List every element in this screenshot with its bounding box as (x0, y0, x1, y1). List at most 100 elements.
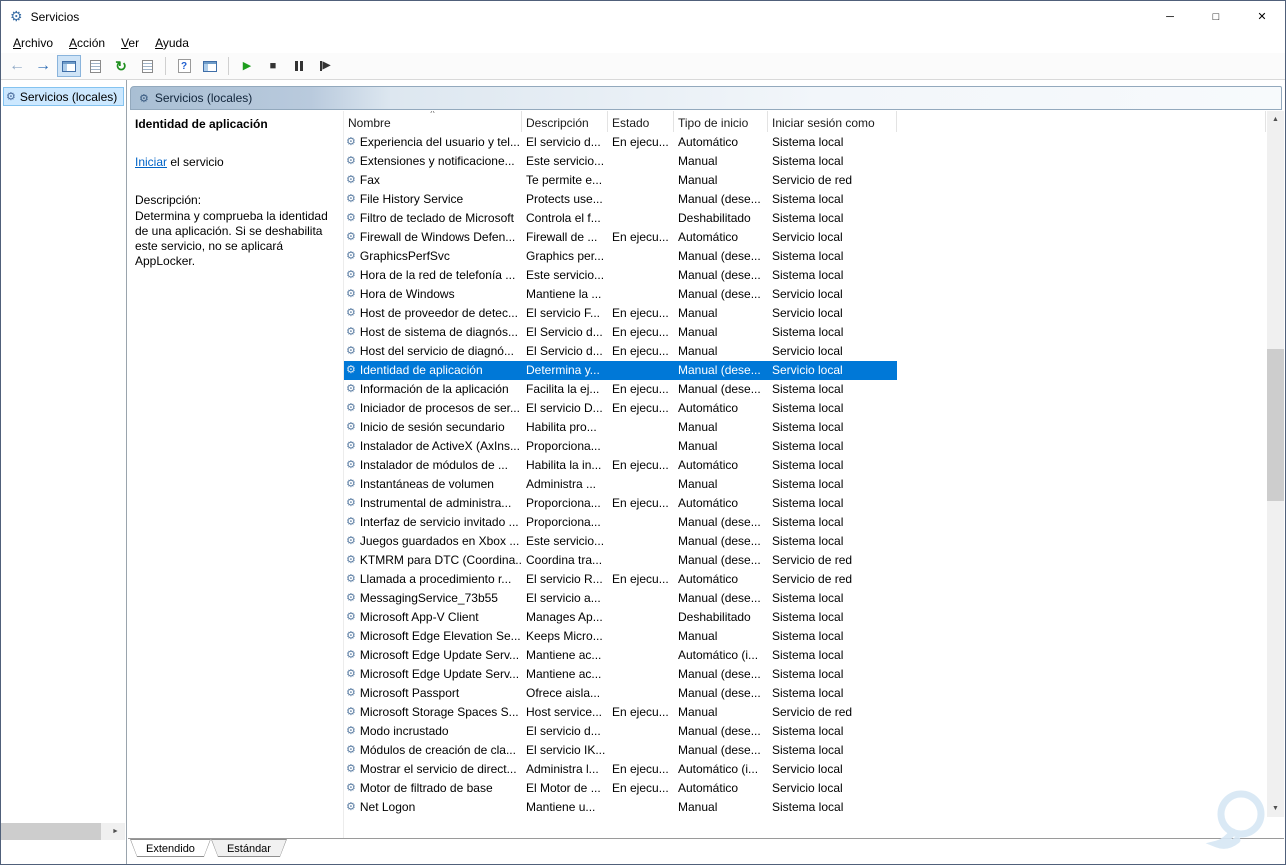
table-row[interactable]: ⚙ Net Logon Mantiene u... Manual Sistema … (344, 798, 897, 817)
column-header-descripcion[interactable]: Descripción (522, 111, 608, 132)
cell-descripcion: El servicio a... (526, 591, 601, 605)
menu-archivo[interactable]: Archivo (5, 34, 61, 52)
table-row[interactable]: ⚙ Fax Te permite e... Manual Servicio de … (344, 171, 897, 190)
table-row[interactable]: ⚙ Extensiones y notificacione... Este ser… (344, 152, 897, 171)
service-gear-icon: ⚙ (346, 611, 356, 623)
column-header-nombre[interactable]: ^ Nombre (344, 111, 522, 132)
tree-item-servicios-locales[interactable]: ⚙ Servicios (locales) (3, 87, 124, 106)
start-service-link[interactable]: Iniciar (135, 155, 167, 169)
column-header-estado[interactable]: Estado (608, 111, 674, 132)
refresh-button[interactable]: ↻ (109, 55, 133, 77)
properties-button[interactable] (83, 55, 107, 77)
table-row[interactable]: ⚙ Información de la aplicación Facilita l… (344, 380, 897, 399)
table-row[interactable]: ⚙ Host de sistema de diagnós... El Servic… (344, 323, 897, 342)
table-row[interactable]: ⚙ Hora de Windows Mantiene la ... Manual … (344, 285, 897, 304)
cell-nombre: ⚙ Mostrar el servicio de direct... (344, 760, 522, 779)
table-row[interactable]: ⚙ Instrumental de administra... Proporcio… (344, 494, 897, 513)
restart-service-button[interactable]: ▶ (313, 55, 337, 77)
table-row[interactable]: ⚙ Modo incrustado El servicio d... Manual… (344, 722, 897, 741)
scroll-up-icon[interactable]: ▲ (1267, 111, 1284, 128)
table-row[interactable]: ⚙ Inicio de sesión secundario Habilita pr… (344, 418, 897, 437)
table-row[interactable]: ⚙ Instalador de módulos de ... Habilita l… (344, 456, 897, 475)
selected-service-title: Identidad de aplicación (135, 117, 268, 131)
table-row[interactable]: ⚙ Instantáneas de volumen Administra ... … (344, 475, 897, 494)
table-row[interactable]: ⚙ Host del servicio de diagnó... El Servi… (344, 342, 897, 361)
column-header-tipo-de-inicio[interactable]: Tipo de inicio (674, 111, 768, 132)
cell-descripcion: Controla el f... (526, 211, 601, 225)
restart-service-icon: ▶ (319, 61, 330, 71)
table-row[interactable]: ⚙ Hora de la red de telefonía ... Este se… (344, 266, 897, 285)
table-row[interactable]: ⚙ Firewall de Windows Defen... Firewall d… (344, 228, 897, 247)
scrollbar-thumb[interactable] (1, 823, 101, 840)
help-button[interactable]: ? (172, 55, 196, 77)
scroll-right-icon[interactable]: ► (106, 823, 125, 840)
start-service-button[interactable]: ▶ (235, 55, 259, 77)
cell-iniciar-sesion-como: Servicio local (772, 287, 843, 301)
services-header-icon: ⚙ (139, 92, 149, 105)
back-button[interactable]: ← (5, 55, 29, 77)
table-row[interactable]: ⚙ Instalador de ActiveX (AxIns... Proporc… (344, 437, 897, 456)
service-gear-icon: ⚙ (346, 307, 356, 319)
extended-view-button[interactable] (198, 55, 222, 77)
cell-tipo-de-inicio: Manual (dese... (678, 534, 761, 548)
cell-tipo-de-inicio: Manual (678, 306, 718, 320)
table-row[interactable]: ⚙ Microsoft Edge Elevation Se... Keeps Mi… (344, 627, 897, 646)
table-row[interactable]: ⚙ Mostrar el servicio de direct... Admini… (344, 760, 897, 779)
scrollbar-thumb[interactable] (1267, 349, 1284, 501)
cell-nombre: ⚙ Motor de filtrado de base (344, 779, 522, 798)
cell-nombre: ⚙ Hora de Windows (344, 285, 522, 304)
export-list-button[interactable] (135, 55, 159, 77)
table-row[interactable]: ⚙ Juegos guardados en Xbox ... Este servi… (344, 532, 897, 551)
table-row[interactable]: ⚙ Experiencia del usuario y tel... El ser… (344, 133, 897, 152)
tab-extendido[interactable]: Extendido (130, 839, 211, 857)
pause-service-button[interactable] (287, 55, 311, 77)
list-vertical-scrollbar[interactable]: ▲ ▼ (1267, 111, 1284, 817)
cell-nombre: ⚙ MessagingService_73b55 (344, 589, 522, 608)
table-row[interactable]: ⚙ Interfaz de servicio invitado ... Propo… (344, 513, 897, 532)
cell-tipo-de-inicio: Manual (dese... (678, 192, 761, 206)
tab-estandar[interactable]: Estándar (211, 839, 287, 857)
table-row[interactable]: ⚙ KTMRM para DTC (Coordina... Coordina tr… (344, 551, 897, 570)
table-row[interactable]: ⚙ File History Service Protects use... Ma… (344, 190, 897, 209)
cell-nombre: ⚙ Información de la aplicación (344, 380, 522, 399)
cell-descripcion: Habilita pro... (526, 420, 597, 434)
cell-iniciar-sesion-como: Sistema local (772, 648, 844, 662)
table-row[interactable]: ⚙ Iniciador de procesos de ser... El serv… (344, 399, 897, 418)
table-row[interactable]: ⚙ Host de proveedor de detec... El servic… (344, 304, 897, 323)
cell-tipo-de-inicio: Manual (dese... (678, 382, 761, 396)
close-button[interactable]: ✕ (1239, 1, 1285, 32)
window-title: Servicios (30, 9, 80, 24)
menu-accion[interactable]: Acción (61, 34, 113, 52)
table-row[interactable]: ⚙ Módulos de creación de cla... El servic… (344, 741, 897, 760)
table-row[interactable]: ⚙ Filtro de teclado de Microsoft Controla… (344, 209, 897, 228)
service-action-line: Iniciar el servicio (135, 155, 335, 169)
cell-estado (608, 532, 674, 551)
show-hide-console-tree-button[interactable] (57, 55, 81, 77)
column-header-iniciar-sesion-como[interactable]: Iniciar sesión como (768, 111, 897, 132)
stop-service-button[interactable]: ■ (261, 55, 285, 77)
table-row[interactable]: ⚙ Microsoft Edge Update Serv... Mantiene … (344, 665, 897, 684)
tree-horizontal-scrollbar[interactable]: ► (1, 823, 125, 840)
table-row[interactable]: ⚙ MessagingService_73b55 El servicio a...… (344, 589, 897, 608)
maximize-button[interactable]: □ (1193, 1, 1239, 32)
cell-descripcion: Graphics per... (526, 249, 605, 263)
minimize-button[interactable]: ─ (1147, 1, 1193, 32)
menu-ver[interactable]: Ver (113, 34, 147, 52)
cell-estado: En ejecu... (612, 344, 669, 358)
table-row[interactable]: ⚙ Microsoft Edge Update Serv... Mantiene … (344, 646, 897, 665)
forward-button[interactable]: → (31, 55, 55, 77)
cell-descripcion: Proporciona... (526, 515, 601, 529)
menu-ayuda[interactable]: Ayuda (147, 34, 197, 52)
table-row[interactable]: ⚙ GraphicsPerfSvc Graphics per... Manual … (344, 247, 897, 266)
table-row[interactable]: ⚙ Microsoft Passport Ofrece aisla... Manu… (344, 684, 897, 703)
table-row[interactable]: ⚙ Microsoft Storage Spaces S... Host serv… (344, 703, 897, 722)
table-row[interactable]: ⚙ Identidad de aplicación Determina y... … (344, 361, 897, 380)
cell-nombre: ⚙ Interfaz de servicio invitado ... (344, 513, 522, 532)
action-rest-text: el servicio (167, 155, 224, 169)
cell-nombre: ⚙ Extensiones y notificacione... (344, 152, 522, 171)
properties-icon (89, 59, 101, 73)
table-row[interactable]: ⚙ Llamada a procedimiento r... El servici… (344, 570, 897, 589)
table-row[interactable]: ⚙ Microsoft App-V Client Manages Ap... De… (344, 608, 897, 627)
table-row[interactable]: ⚙ Motor de filtrado de base El Motor de .… (344, 779, 897, 798)
cell-tipo-de-inicio: Manual (dese... (678, 363, 761, 377)
